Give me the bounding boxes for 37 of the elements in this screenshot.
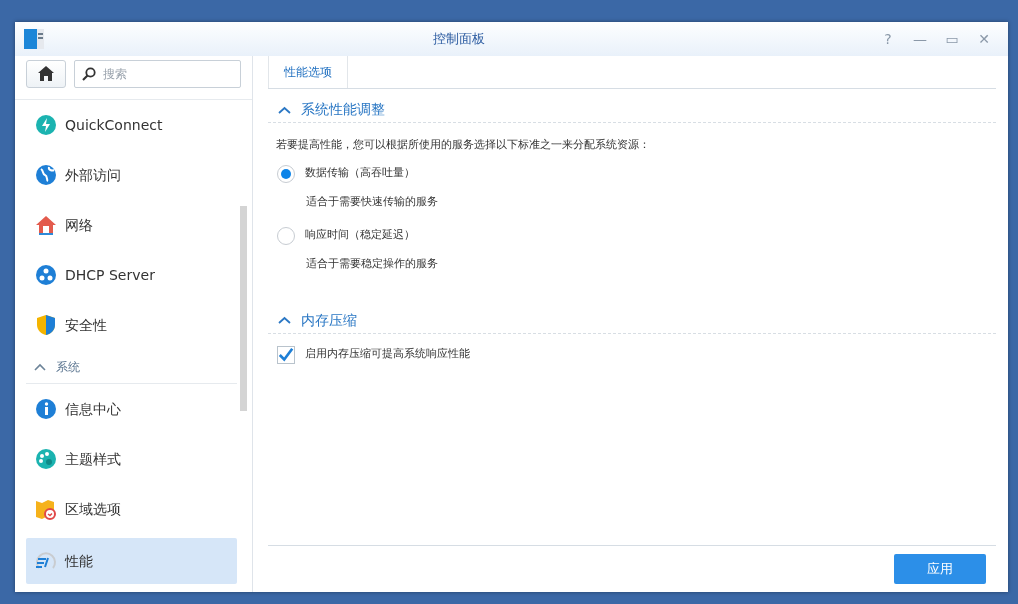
checkbox[interactable] [277,345,295,364]
sidebar-item[interactable]: QuickConnect [26,100,237,150]
search-field[interactable]: 搜索 [74,59,241,88]
map-clock-icon [35,498,57,520]
option-hint: 适合于需要快速传输的服务 [306,193,439,210]
tab[interactable]: 性能选项 [268,56,348,88]
sidebar-item[interactable]: 外部访问 [26,150,237,200]
cloud-icon [35,114,57,136]
sidebar-item[interactable]: 性能 [26,538,237,584]
sidebar-item[interactable]: 网络 [26,200,237,250]
option-label: 响应时间（稳定延迟） [305,227,415,244]
option-hint: 适合于需要稳定操作的服务 [306,255,439,272]
sidebar-item[interactable]: 区域选项 [26,484,237,534]
search-icon [82,66,96,81]
home-button[interactable] [26,59,66,88]
sidebar-item[interactable]: DHCP Server [26,250,237,300]
option-label: 数据传输（高吞吐量） [305,165,415,182]
radio-button[interactable] [277,226,295,245]
section-header[interactable]: 系统 [56,357,80,376]
sidebar-item[interactable]: 安全性 [26,300,237,350]
sidebar-item[interactable]: 主题样式 [26,434,237,484]
window-title: 控制面板 [431,30,486,49]
network-icon [35,264,57,286]
shield-icon [35,314,57,336]
description-text: 若要提高性能，您可以根据所使用的服务选择以下标准之一来分配系统资源： [276,137,651,153]
option-label: 启用内存压缩可提高系统响应性能 [305,346,470,363]
globe-icon [35,164,57,186]
app-icon [23,28,45,50]
info-icon [35,398,57,420]
section-title: 系统性能调整 [301,100,385,119]
sidebar-item[interactable]: 信息中心 [26,384,237,434]
palette-icon [35,448,57,470]
section-title: 内存压缩 [301,310,357,330]
radio-button[interactable] [277,164,295,183]
home-icon [38,66,54,81]
scrollbar[interactable] [240,206,247,411]
house-icon [35,214,57,236]
